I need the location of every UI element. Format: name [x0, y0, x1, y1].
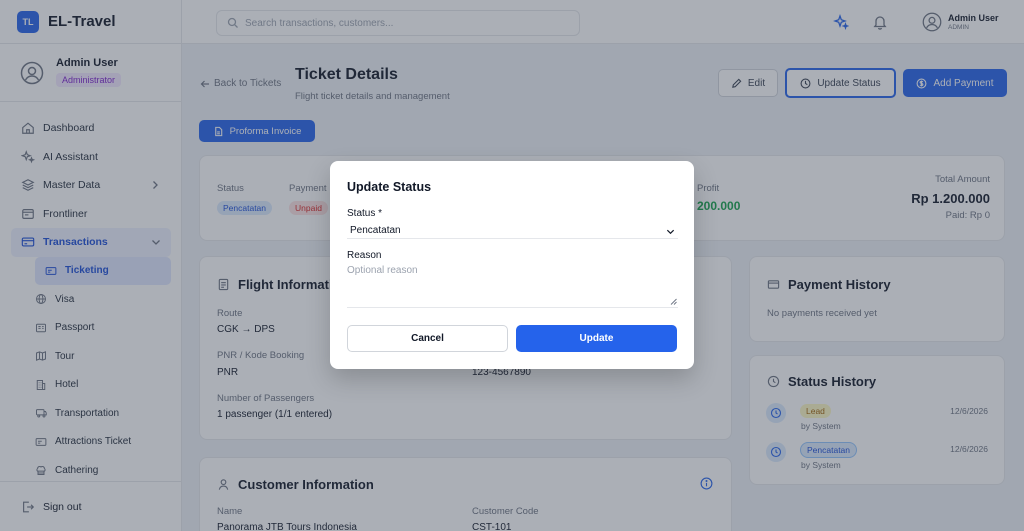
cancel-button[interactable]: Cancel: [347, 325, 508, 352]
reason-textarea[interactable]: Optional reason: [347, 265, 678, 308]
chevron-down-icon: [666, 229, 675, 235]
status-field-label: Status *: [347, 208, 383, 219]
update-button[interactable]: Update: [516, 325, 677, 352]
status-select[interactable]: Pencatatan: [347, 223, 678, 239]
reason-placeholder: Optional reason: [347, 265, 418, 276]
resize-handle-icon[interactable]: [670, 298, 677, 305]
update-status-modal: Update Status Status * Pencatatan Reason…: [330, 161, 694, 369]
reason-field-label: Reason: [347, 250, 382, 261]
modal-title: Update Status: [347, 180, 432, 194]
status-select-value: Pencatatan: [350, 225, 401, 236]
